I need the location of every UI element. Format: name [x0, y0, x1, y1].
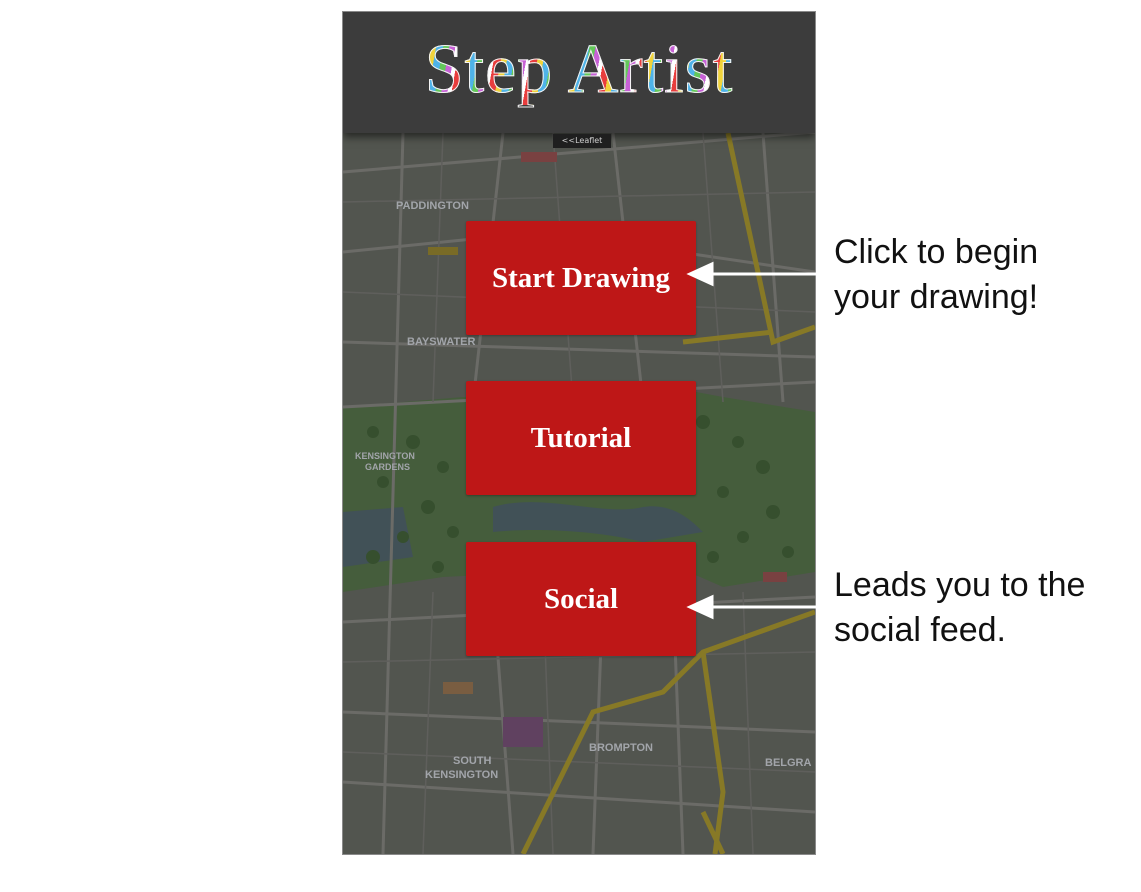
tutorial-button[interactable]: Tutorial	[466, 381, 696, 495]
app-header: Step Artist	[343, 12, 815, 133]
app-title: Step Artist	[424, 30, 734, 108]
phone-screen: PADDINGTON BAYSWATER KENSINGTON GARDENS …	[342, 11, 816, 855]
social-button[interactable]: Social	[466, 542, 696, 656]
map-attribution-badge[interactable]: <<Leaflet	[553, 134, 611, 148]
social-note-line1: Leads you to the	[834, 566, 1086, 604]
start-note-line1: Click to begin	[834, 233, 1039, 271]
start-drawing-button[interactable]: Start Drawing	[466, 221, 696, 335]
social-note-line2: social feed.	[834, 611, 1006, 649]
start-drawing-annotation: Click to begin your drawing!	[834, 230, 1038, 320]
social-annotation: Leads you to the social feed.	[834, 563, 1085, 653]
start-note-line2: your drawing!	[834, 278, 1039, 316]
